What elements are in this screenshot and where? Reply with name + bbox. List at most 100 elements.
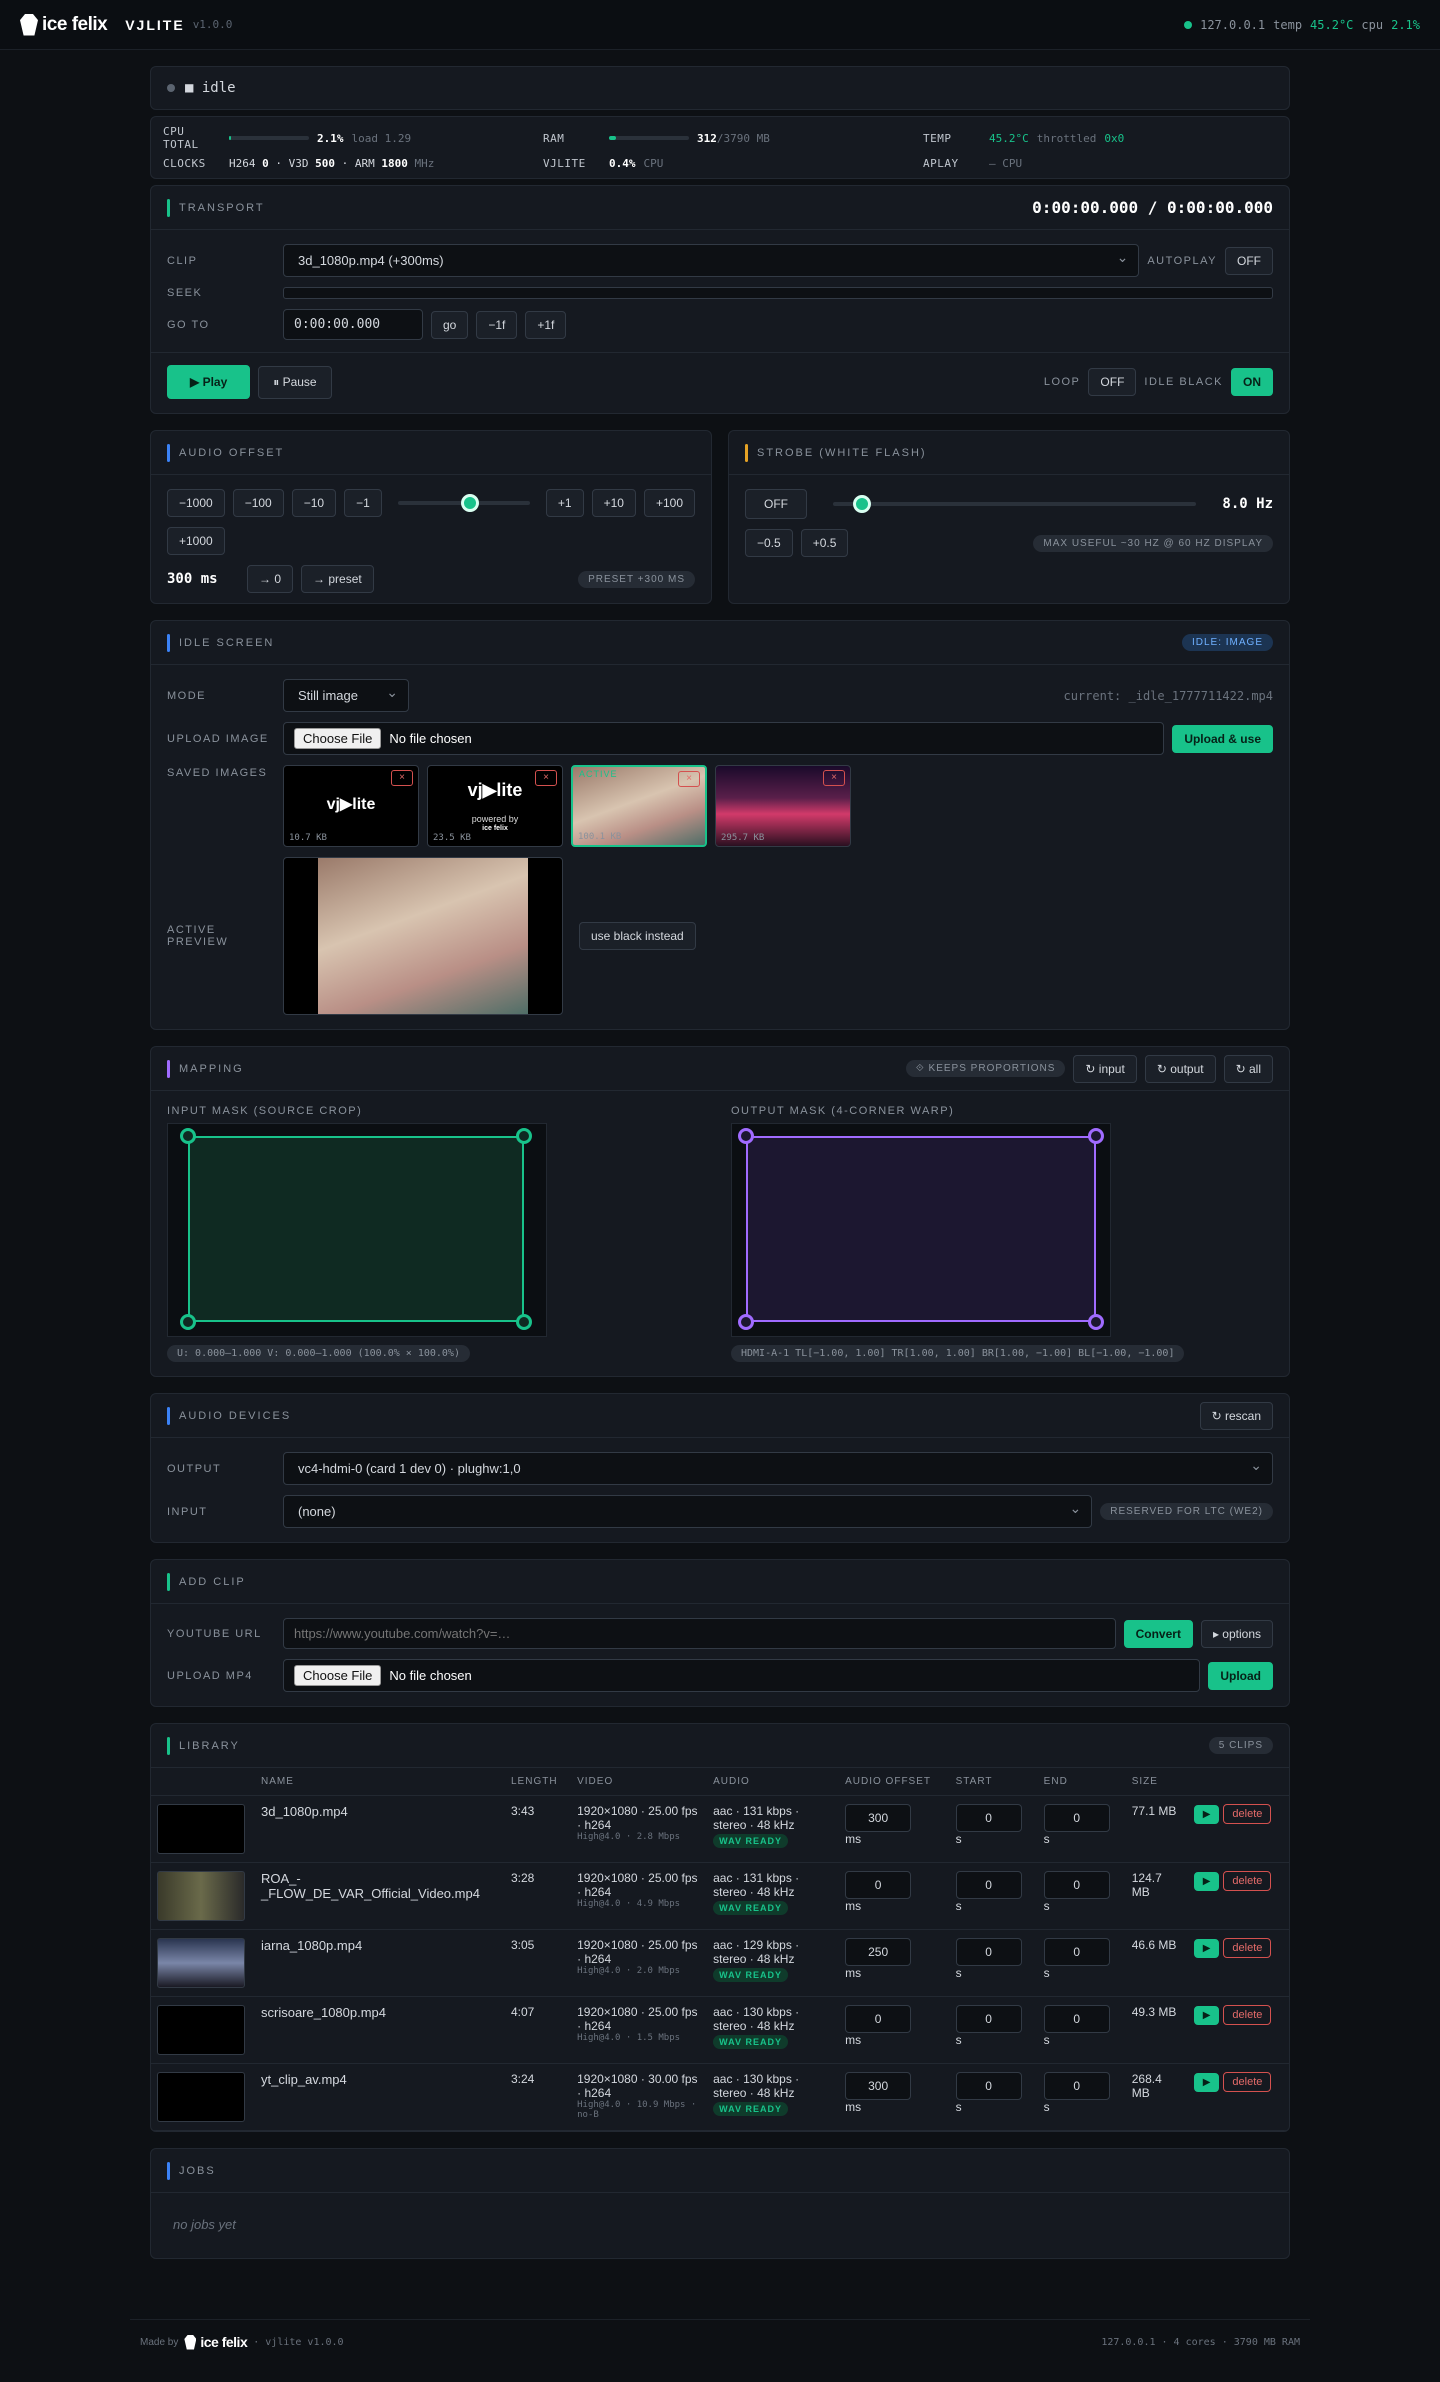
convert-button[interactable]: Convert	[1123, 1619, 1193, 1648]
delete-clip-button[interactable]: delete	[1223, 1871, 1272, 1891]
offset-plus-button[interactable]: +10	[591, 489, 636, 517]
play-clip-button[interactable]: ▶	[1193, 1872, 1220, 1891]
delete-image-icon[interactable]: ×	[678, 771, 700, 787]
play-button[interactable]: ▶ Play	[167, 365, 251, 399]
clip-end-input[interactable]: 0	[1043, 2005, 1110, 2033]
thumb-sub2-text: ice felix	[482, 825, 508, 832]
upload-button[interactable]: Upload	[1208, 1661, 1273, 1690]
clip-select[interactable]: 3d_1080p.mp4 (+300ms)	[283, 244, 1140, 277]
strobe-pill: MAX USEFUL ~30 HZ @ 60 HZ DISPLAY	[1033, 534, 1273, 552]
go-button[interactable]: go	[431, 310, 469, 339]
offset-preset-button[interactable]: → preset	[301, 565, 374, 593]
reset-all-button[interactable]: ↻ all	[1223, 1054, 1273, 1083]
output-handle-bl[interactable]	[738, 1314, 754, 1330]
delete-image-icon[interactable]: ×	[823, 770, 845, 786]
strobe-minus-button[interactable]: −0.5	[745, 529, 793, 557]
logo-mark	[20, 13, 38, 36]
status-text: ■ idle	[185, 80, 236, 96]
saved-image-thumb[interactable]: × 295.7 KB	[715, 765, 851, 847]
clip-start-input[interactable]: 0	[955, 2005, 1022, 2033]
offset-plus-1000-button[interactable]: +1000	[167, 527, 225, 555]
clip-offset-input[interactable]: 300	[845, 1804, 912, 1832]
offset-minus-button[interactable]: −1000	[167, 489, 225, 517]
saved-image-thumb[interactable]: vj▶lite powered by ice felix × 23.5 KB	[427, 765, 563, 847]
plus-frame-button[interactable]: +1f	[525, 310, 567, 339]
rescan-button[interactable]: ↻ rescan	[1199, 1401, 1273, 1430]
delete-image-icon[interactable]: ×	[535, 770, 557, 786]
audio-offset-knob[interactable]	[461, 494, 480, 512]
upload-use-button[interactable]: Upload & use	[1172, 724, 1273, 753]
table-row: scrisoare_1080p.mp4 4:07 1920×1080 · 25.00…	[151, 1996, 1289, 2064]
clip-offset-input[interactable]: 0	[845, 2005, 912, 2033]
clip-start-input[interactable]: 0	[955, 1804, 1022, 1832]
offset-minus-button[interactable]: −100	[232, 489, 284, 517]
clip-end-input[interactable]: 0	[1043, 1804, 1110, 1832]
audio-input-select[interactable]: (none)	[283, 1495, 1093, 1528]
input-handle-tl[interactable]	[180, 1128, 196, 1144]
idle-black-toggle[interactable]: ON	[1231, 368, 1273, 396]
strobe-knob[interactable]	[853, 495, 872, 513]
delete-clip-button[interactable]: delete	[1223, 1938, 1272, 1958]
minus-frame-button[interactable]: −1f	[476, 310, 518, 339]
pause-button[interactable]: ⏸ Pause	[258, 365, 332, 399]
clip-end-input[interactable]: 0	[1043, 1938, 1110, 1966]
input-handle-br[interactable]	[516, 1314, 532, 1330]
autoplay-toggle[interactable]: OFF	[1225, 246, 1273, 275]
delete-clip-button[interactable]: delete	[1223, 2005, 1272, 2025]
clip-start-input[interactable]: 0	[955, 2072, 1022, 2100]
play-clip-button[interactable]: ▶	[1193, 2006, 1220, 2025]
delete-image-icon[interactable]: ×	[391, 770, 413, 786]
idle-mode-select[interactable]: Still image	[283, 679, 409, 712]
clip-count: 5 CLIPS	[1208, 1737, 1273, 1754]
output-mask-canvas[interactable]	[731, 1123, 1111, 1337]
strobe-toggle[interactable]: OFF	[745, 489, 807, 519]
mp4-file-input[interactable]: Choose File No file chosen	[283, 1659, 1201, 1692]
offset-minus-button[interactable]: −1	[344, 489, 382, 517]
options-button[interactable]: ▸ options	[1200, 1619, 1273, 1648]
play-clip-button[interactable]: ▶	[1193, 1939, 1220, 1958]
output-handle-tl[interactable]	[738, 1128, 754, 1144]
clip-size: 49.3 MB	[1125, 1996, 1188, 2064]
seek-bar[interactable]	[283, 287, 1273, 299]
clip-end-input[interactable]: 0	[1043, 1871, 1110, 1899]
table-row: yt_clip_av.mp4 3:24 1920×1080 · 30.00 fps …	[151, 2063, 1289, 2131]
play-clip-button[interactable]: ▶	[1193, 1805, 1220, 1824]
clip-end-input[interactable]: 0	[1043, 2072, 1110, 2100]
play-clip-button[interactable]: ▶	[1193, 2073, 1220, 2092]
delete-clip-button[interactable]: delete	[1223, 1804, 1272, 1824]
status-dot-icon	[1184, 20, 1193, 29]
audio-offset-slider[interactable]	[397, 494, 530, 512]
clip-offset-input[interactable]: 250	[845, 1938, 912, 1966]
ram-bar	[609, 136, 689, 140]
clip-offset-input[interactable]: 300	[845, 2072, 912, 2100]
output-handle-tr[interactable]	[1088, 1128, 1104, 1144]
offset-plus-button[interactable]: +1	[545, 489, 584, 517]
reset-output-button[interactable]: ↻ output	[1144, 1054, 1216, 1083]
input-handle-tr[interactable]	[516, 1128, 532, 1144]
youtube-url-input[interactable]	[283, 1618, 1116, 1649]
offset-zero-button[interactable]: → 0	[247, 565, 294, 593]
loop-toggle[interactable]: OFF	[1088, 368, 1137, 396]
saved-image-thumb[interactable]: ACTIVE × 100.1 KB	[571, 765, 707, 847]
audio-output-select[interactable]: vc4-hdmi-0 (card 1 dev 0) · plughw:1,0	[283, 1452, 1273, 1485]
idle-file-input[interactable]: Choose File No file chosen	[283, 722, 1165, 755]
cpu-bar	[229, 136, 309, 140]
offset-minus-button[interactable]: −10	[291, 489, 337, 517]
delete-clip-button[interactable]: delete	[1223, 2072, 1272, 2092]
strobe-slider[interactable]	[833, 495, 1197, 513]
strobe-plus-button[interactable]: +0.5	[800, 529, 849, 557]
clip-offset-input[interactable]: 0	[845, 1871, 912, 1899]
output-handle-br[interactable]	[1088, 1314, 1104, 1330]
input-handle-bl[interactable]	[180, 1314, 196, 1330]
mapping-panel: MAPPING ⟐ KEEPS PROPORTIONS ↻ input ↻ outp…	[150, 1046, 1290, 1377]
clip-start-input[interactable]: 0	[955, 1938, 1022, 1966]
use-black-button[interactable]: use black instead	[579, 922, 696, 950]
wav-ready-badge: WAV READY	[713, 2035, 788, 2049]
top-bar: ice felix VJLITE v1.0.0 127.0.0.1 temp 45…	[0, 0, 1440, 50]
reset-input-button[interactable]: ↻ input	[1073, 1054, 1137, 1083]
saved-image-thumb[interactable]: vj▶lite × 10.7 KB	[283, 765, 419, 847]
clip-start-input[interactable]: 0	[955, 1871, 1022, 1899]
input-mask-canvas[interactable]	[167, 1123, 547, 1337]
goto-input[interactable]: 0:00:00.000	[283, 309, 423, 340]
offset-plus-button[interactable]: +100	[643, 489, 695, 517]
